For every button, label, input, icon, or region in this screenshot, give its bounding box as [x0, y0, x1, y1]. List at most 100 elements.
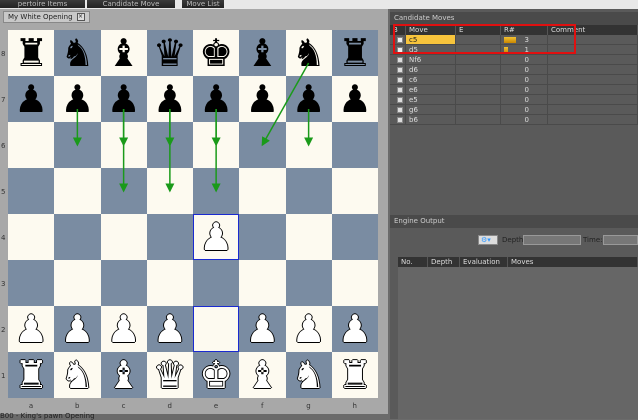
square-c4[interactable]	[100, 214, 147, 260]
black-pawn-icon[interactable]: ♟	[199, 80, 233, 118]
square-h8[interactable]: ♜	[331, 30, 378, 76]
candidate-row[interactable]: b6 0	[390, 115, 638, 125]
move-cell[interactable]: g6	[406, 105, 456, 115]
comment-cell[interactable]	[548, 105, 638, 115]
black-pawn-icon[interactable]: ♟	[292, 80, 326, 118]
col-depth[interactable]: Depth	[428, 257, 460, 267]
move-cell[interactable]: b6	[406, 115, 456, 125]
white-knight-icon[interactable]: ♞	[60, 356, 94, 394]
square-h6[interactable]	[331, 122, 378, 168]
comment-cell[interactable]	[548, 75, 638, 85]
move-cell[interactable]: Nf6	[406, 55, 456, 65]
square-e5[interactable]	[193, 168, 240, 214]
white-pawn-icon[interactable]: ♟	[292, 310, 326, 348]
square-g8[interactable]: ♞	[285, 30, 332, 76]
white-pawn-icon[interactable]: ♟	[338, 310, 372, 348]
move-cell[interactable]: e5	[406, 95, 456, 105]
square-e8[interactable]: ♚	[193, 30, 240, 76]
square-b1[interactable]: ♞	[54, 352, 101, 398]
square-b8[interactable]: ♞	[54, 30, 101, 76]
black-king-icon[interactable]: ♚	[199, 34, 233, 72]
square-a3[interactable]	[8, 260, 55, 306]
book-checkbox[interactable]	[397, 57, 403, 63]
square-c5[interactable]	[100, 168, 147, 214]
white-queen-icon[interactable]: ♛	[153, 356, 187, 394]
tab-candidate-move[interactable]: Candidate Move	[87, 0, 175, 8]
tab-move-list[interactable]: Move List	[182, 0, 224, 8]
square-f5[interactable]	[239, 168, 286, 214]
square-d1[interactable]: ♛	[146, 352, 193, 398]
black-pawn-icon[interactable]: ♟	[107, 80, 141, 118]
square-c8[interactable]: ♝	[100, 30, 147, 76]
black-rook-icon[interactable]: ♜	[14, 34, 48, 72]
white-pawn-icon[interactable]: ♟	[107, 310, 141, 348]
square-b7[interactable]: ♟	[54, 76, 101, 122]
square-b3[interactable]	[54, 260, 101, 306]
comment-cell[interactable]	[548, 85, 638, 95]
book-checkbox[interactable]	[397, 77, 403, 83]
square-h2[interactable]: ♟	[331, 306, 378, 352]
close-icon[interactable]: ×	[76, 13, 85, 21]
square-g1[interactable]: ♞	[285, 352, 332, 398]
square-d8[interactable]: ♛	[146, 30, 193, 76]
white-bishop-icon[interactable]: ♝	[245, 356, 279, 394]
black-pawn-icon[interactable]: ♟	[14, 80, 48, 118]
book-checkbox[interactable]	[397, 107, 403, 113]
square-d3[interactable]	[146, 260, 193, 306]
square-g5[interactable]	[285, 168, 332, 214]
white-pawn-icon[interactable]: ♟	[153, 310, 187, 348]
comment-cell[interactable]	[548, 65, 638, 75]
black-knight-icon[interactable]: ♞	[292, 34, 326, 72]
square-a6[interactable]	[8, 122, 55, 168]
time-input[interactable]	[603, 235, 638, 245]
square-d5[interactable]	[146, 168, 193, 214]
document-tab[interactable]: My White Opening ×	[3, 11, 90, 23]
black-pawn-icon[interactable]: ♟	[60, 80, 94, 118]
engine-select-dropdown[interactable]: ⚙▾	[478, 235, 498, 245]
square-h7[interactable]: ♟	[331, 76, 378, 122]
square-d2[interactable]: ♟	[146, 306, 193, 352]
white-pawn-icon[interactable]: ♟	[14, 310, 48, 348]
square-f2[interactable]: ♟	[239, 306, 286, 352]
black-pawn-icon[interactable]: ♟	[338, 80, 372, 118]
black-bishop-icon[interactable]: ♝	[245, 34, 279, 72]
square-a2[interactable]: ♟	[8, 306, 55, 352]
square-b4[interactable]	[54, 214, 101, 260]
move-cell[interactable]: e6	[406, 85, 456, 95]
white-bishop-icon[interactable]: ♝	[107, 356, 141, 394]
square-h1[interactable]: ♜	[331, 352, 378, 398]
square-f8[interactable]: ♝	[239, 30, 286, 76]
square-b6[interactable]	[54, 122, 101, 168]
candidate-row[interactable]: e6 0	[390, 85, 638, 95]
black-pawn-icon[interactable]: ♟	[153, 80, 187, 118]
square-e1[interactable]: ♚	[193, 352, 240, 398]
square-b5[interactable]	[54, 168, 101, 214]
white-pawn-icon[interactable]: ♟	[245, 310, 279, 348]
square-c1[interactable]: ♝	[100, 352, 147, 398]
book-checkbox[interactable]	[397, 117, 403, 123]
square-g4[interactable]	[285, 214, 332, 260]
square-a1[interactable]: ♜	[8, 352, 55, 398]
square-c6[interactable]	[100, 122, 147, 168]
black-pawn-icon[interactable]: ♟	[245, 80, 279, 118]
book-checkbox[interactable]	[397, 87, 403, 93]
square-f6[interactable]	[239, 122, 286, 168]
chess-board[interactable]: ♜ ♞ ♝ ♛ ♚ ♝ ♞ ♜ ♟ ♟ ♟ ♟ ♟ ♟ ♟ ♟ ♟ ♟ ♟ ♟ ♟ ♟ ♟ ♟ ♜ ♞ ♝ ♛ ♚ ♝ ♞ ♜	[8, 30, 378, 398]
square-f4[interactable]	[239, 214, 286, 260]
black-queen-icon[interactable]: ♛	[153, 34, 187, 72]
square-b2[interactable]: ♟	[54, 306, 101, 352]
col-evaluation[interactable]: Evaluation	[460, 257, 508, 267]
black-knight-icon[interactable]: ♞	[60, 34, 94, 72]
square-d7[interactable]: ♟	[146, 76, 193, 122]
col-moves[interactable]: Moves	[508, 257, 638, 267]
square-h3[interactable]	[331, 260, 378, 306]
square-e2[interactable]	[193, 306, 240, 352]
square-f1[interactable]: ♝	[239, 352, 286, 398]
candidate-row[interactable]: d6 0	[390, 65, 638, 75]
white-rook-icon[interactable]: ♜	[338, 356, 372, 394]
white-knight-icon[interactable]: ♞	[292, 356, 326, 394]
candidate-row[interactable]: Nf6 0	[390, 55, 638, 65]
square-h5[interactable]	[331, 168, 378, 214]
square-d6[interactable]	[146, 122, 193, 168]
black-rook-icon[interactable]: ♜	[338, 34, 372, 72]
